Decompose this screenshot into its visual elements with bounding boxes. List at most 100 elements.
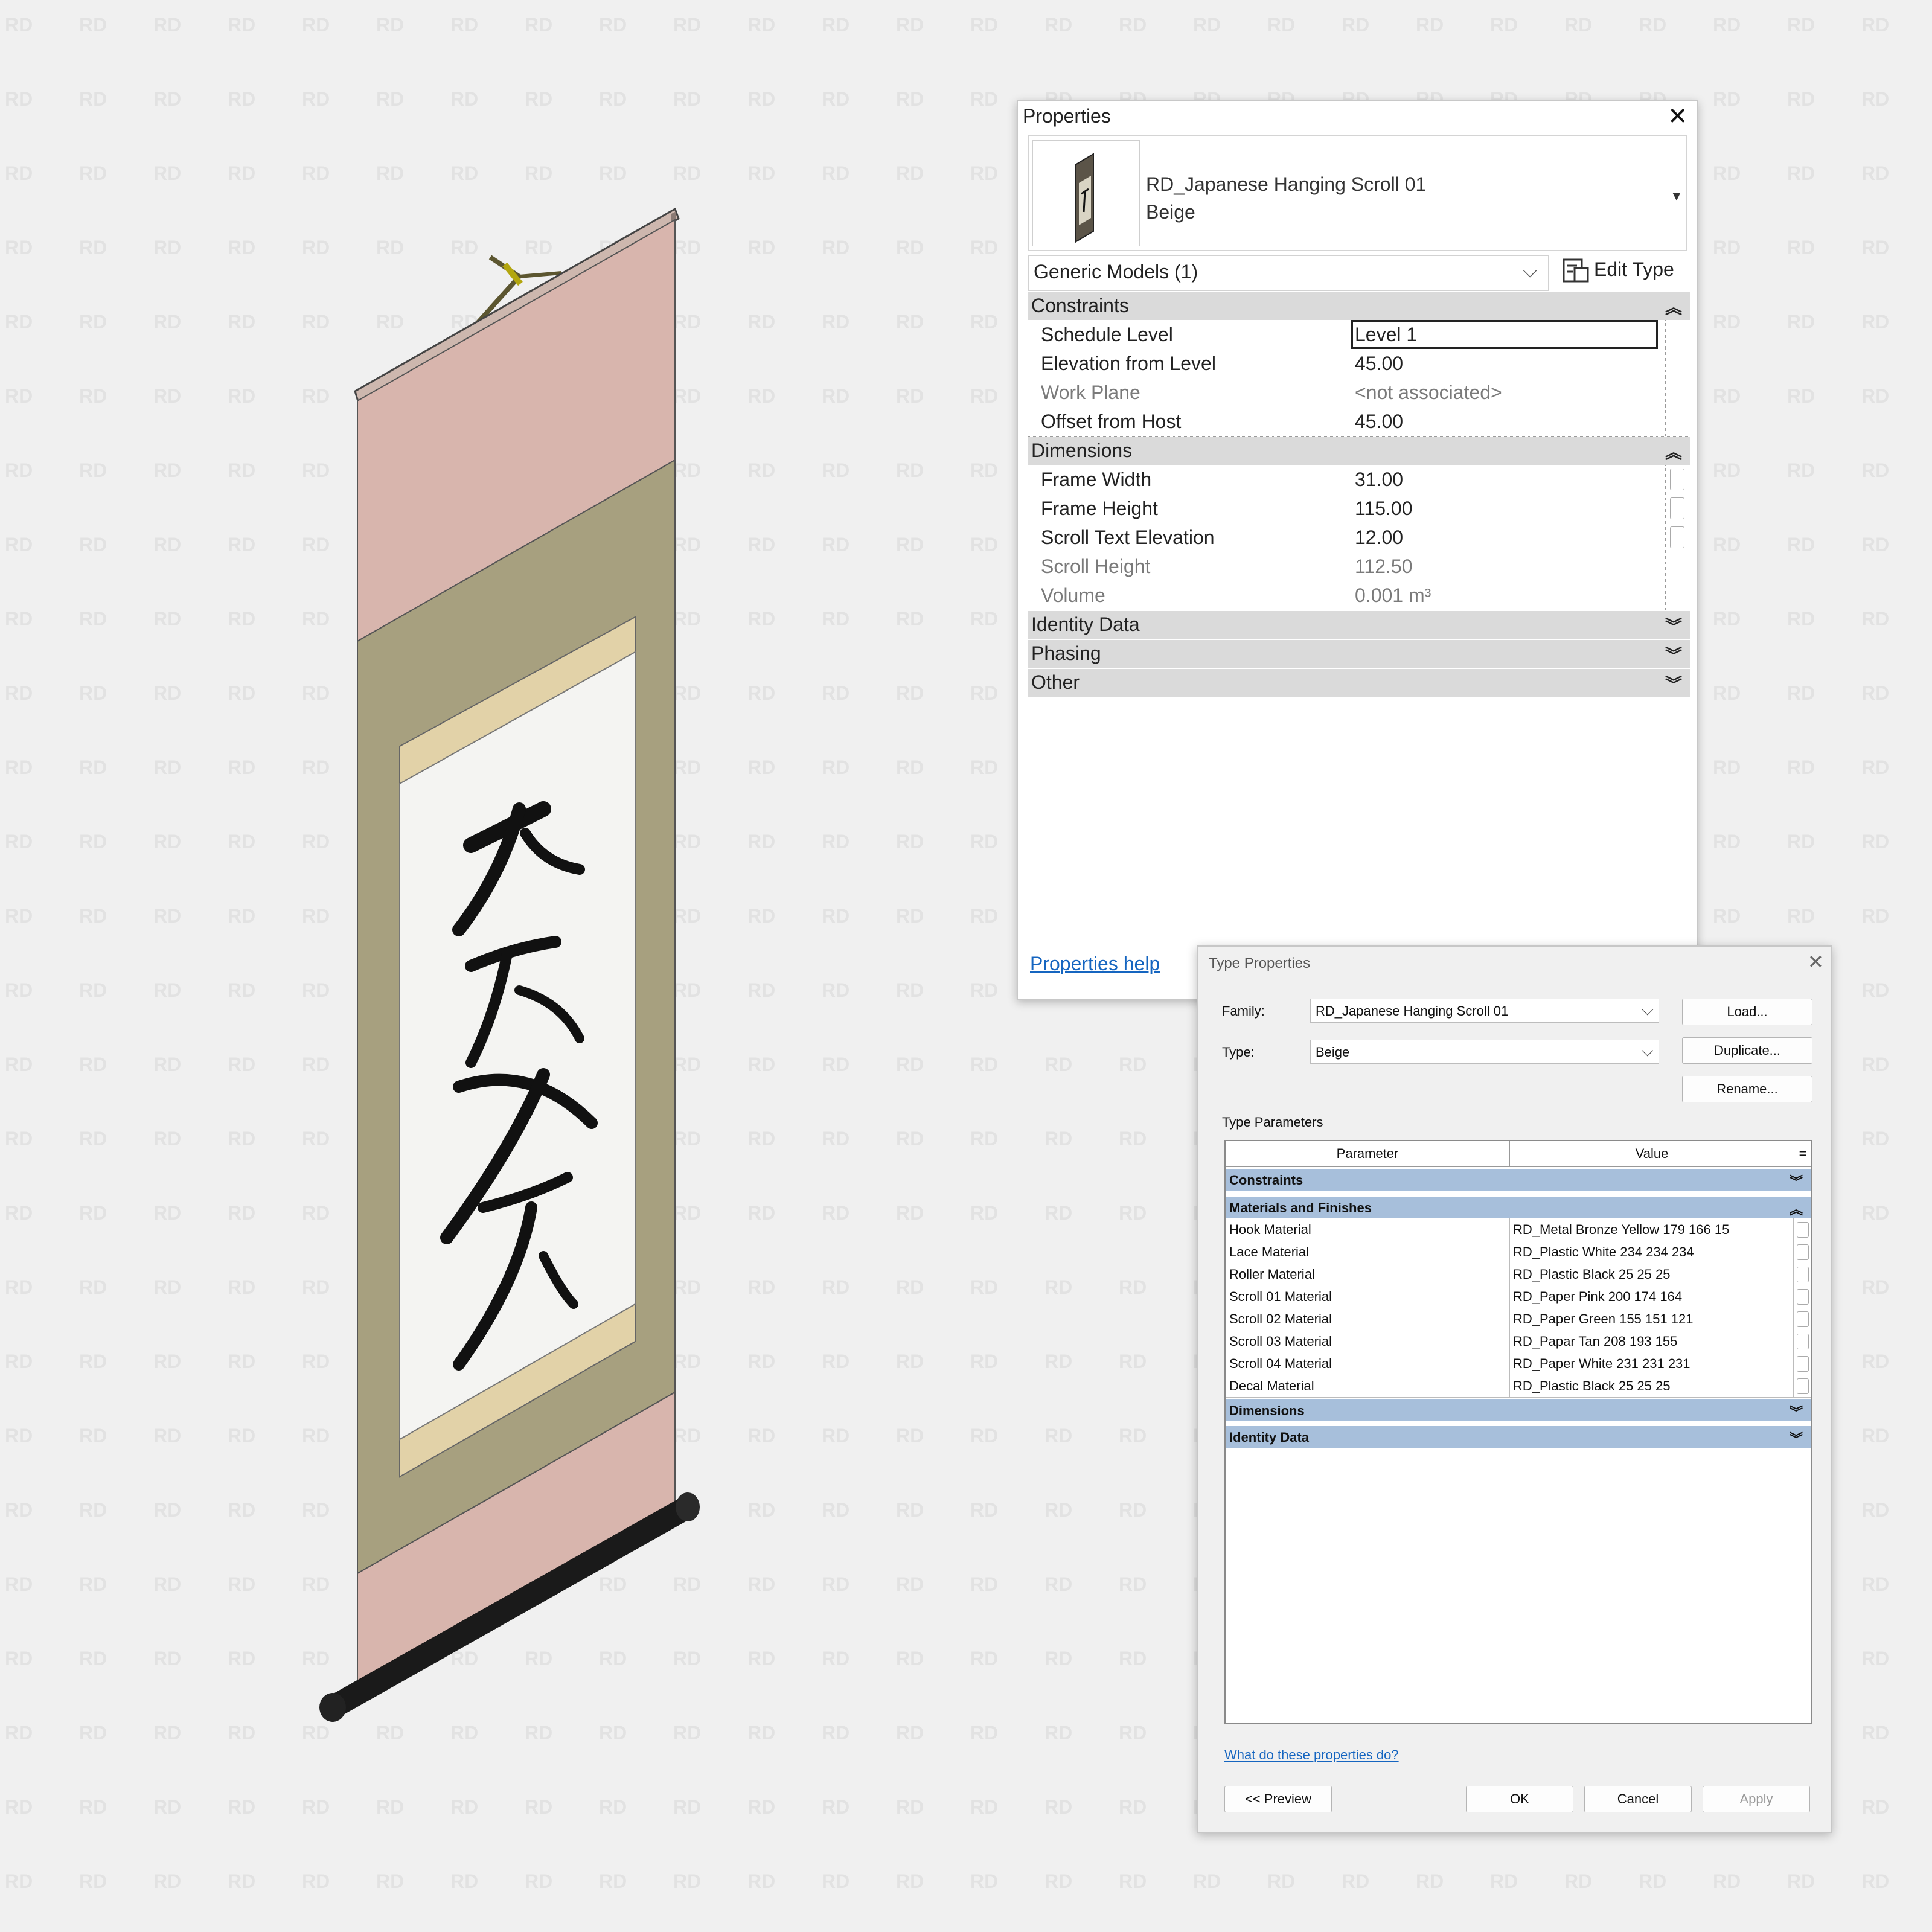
param-label: Volume [1041,584,1105,606]
preview-button[interactable]: << Preview [1224,1786,1332,1812]
param-value: 112.50 [1355,555,1413,577]
table-row[interactable]: Decal Material RD_Plastic Black 25 25 25 [1226,1375,1811,1398]
column-header-parameter[interactable]: Parameter [1226,1141,1510,1167]
group-label: Identity Data [1031,613,1140,635]
properties-palette: Properties ✕ RD_Japanese Hanging Scroll … [1017,100,1698,1000]
associate-parameter-button[interactable] [1797,1378,1809,1394]
column-header-equals: = [1794,1141,1811,1167]
type-selector[interactable]: RD_Japanese Hanging Scroll 01 Beige ▼ [1028,135,1687,251]
param-value: RD_Metal Bronze Yellow 179 166 15 [1513,1222,1730,1237]
properties-title: Properties [1023,105,1111,127]
scroll-paper [399,651,636,1441]
expand-icon[interactable]: ︾ [1790,1402,1803,1421]
chevron-down-icon[interactable]: ▼ [1670,188,1683,204]
column-header-value[interactable]: Value [1510,1141,1794,1167]
group-label: Identity Data [1229,1430,1310,1445]
associate-parameter-button[interactable] [1797,1356,1809,1372]
expand-icon[interactable]: ︾ [1790,1171,1803,1191]
associate-parameter-button[interactable] [1797,1289,1809,1305]
properties-help-link[interactable]: Properties help [1030,953,1160,975]
associate-parameter-button[interactable] [1797,1222,1809,1238]
expand-icon[interactable]: ︾ [1790,1428,1803,1448]
properties-help-link[interactable]: What do these properties do? [1224,1747,1399,1763]
param-row-scroll-height: Scroll Height 112.50 [1028,552,1690,581]
associate-parameter-button[interactable] [1797,1334,1809,1349]
expand-icon[interactable]: ︾ [1665,642,1682,667]
group-identity-data[interactable]: Identity Data ︾ [1226,1426,1811,1448]
table-row[interactable]: Scroll 01 Material RD_Paper Pink 200 174 … [1226,1285,1811,1308]
group-identity-data[interactable]: Identity Data ︾ [1028,611,1690,639]
type-dropdown[interactable]: Beige ⌵ [1310,1040,1659,1064]
table-row[interactable]: Scroll 03 Material RD_Papar Tan 208 193 1… [1226,1330,1811,1353]
param-value: 115.00 [1355,497,1413,519]
ok-button[interactable]: OK [1466,1786,1573,1812]
scroll-model-view [319,207,700,1722]
param-value: <not associated> [1355,382,1502,403]
table-row[interactable]: Lace Material RD_Plastic White 234 234 23… [1226,1241,1811,1264]
close-icon[interactable]: ✕ [1808,950,1824,973]
duplicate-button[interactable]: Duplicate... [1682,1037,1812,1064]
param-label: Lace Material [1229,1244,1310,1259]
collapse-icon[interactable]: ︽ [1665,440,1682,464]
associate-parameter-button[interactable] [1670,469,1684,490]
group-dimensions[interactable]: Dimensions ︾ [1226,1399,1811,1421]
param-row-offset-from-host[interactable]: Offset from Host 45.00 [1028,407,1690,437]
category-filter-dropdown[interactable]: Generic Models (1) ⌵ [1028,255,1549,291]
category-filter-value: Generic Models (1) [1034,261,1198,283]
param-row-elevation-from-level[interactable]: Elevation from Level 45.00 [1028,349,1690,379]
param-label: Hook Material [1229,1222,1311,1237]
associate-parameter-button[interactable] [1670,526,1684,548]
table-row[interactable]: Hook Material RD_Metal Bronze Yellow 179 … [1226,1218,1811,1241]
param-value: 0.001 m³ [1355,584,1431,606]
group-label: Dimensions [1229,1403,1305,1418]
type-properties-dialog: Type Properties ✕ Family: RD_Japanese Ha… [1197,945,1832,1833]
param-row-schedule-level[interactable]: Schedule Level Level 1 [1028,320,1690,350]
collapse-icon[interactable]: ︽ [1665,295,1682,319]
chevron-down-icon: ⌵ [1642,1041,1654,1060]
type-thumbnail [1032,140,1140,246]
expand-icon[interactable]: ︾ [1665,671,1682,696]
param-row-volume: Volume 0.001 m³ [1028,581,1690,610]
param-label: Scroll 03 Material [1229,1334,1332,1349]
associate-parameter-button[interactable] [1797,1267,1809,1282]
chevron-down-icon: ⌵ [1523,260,1538,281]
param-value: RD_Plastic Black 25 25 25 [1513,1378,1671,1393]
group-constraints[interactable]: Constraints ︾ [1226,1169,1811,1191]
cancel-button[interactable]: Cancel [1584,1786,1692,1812]
edit-type-button[interactable]: Edit Type [1559,255,1680,286]
group-label: Other [1031,671,1080,693]
group-label: Materials and Finishes [1229,1200,1372,1215]
close-icon[interactable]: ✕ [1668,103,1688,130]
associate-parameter-button[interactable] [1797,1244,1809,1260]
collapse-icon[interactable]: ︽ [1790,1199,1803,1218]
table-row[interactable]: Scroll 02 Material RD_Paper Green 155 151… [1226,1308,1811,1331]
group-constraints[interactable]: Constraints ︽ [1028,292,1690,320]
param-value: 45.00 [1355,411,1404,432]
edit-type-label: Edit Type [1594,258,1674,280]
table-row[interactable]: Scroll 04 Material RD_Paper White 231 231… [1226,1352,1811,1375]
chevron-down-icon: ⌵ [1642,1000,1654,1019]
param-row-scroll-text-elevation[interactable]: Scroll Text Elevation 12.00 [1028,523,1690,552]
associate-parameter-button[interactable] [1670,497,1684,519]
param-label: Work Plane [1041,382,1140,403]
param-row-frame-height[interactable]: Frame Height 115.00 [1028,494,1690,523]
scroll-thumbnail-icon [1075,153,1094,243]
group-other[interactable]: Other ︾ [1028,669,1690,697]
group-phasing[interactable]: Phasing ︾ [1028,640,1690,668]
table-row[interactable]: Roller Material RD_Plastic Black 25 25 25 [1226,1263,1811,1286]
type-family-name: RD_Japanese Hanging Scroll 01 [1146,173,1427,195]
family-label: Family: [1222,1003,1265,1019]
group-label: Phasing [1031,642,1101,664]
param-value: RD_Paper Green 155 151 121 [1513,1311,1694,1326]
param-row-frame-width[interactable]: Frame Width 31.00 [1028,465,1690,494]
param-label: Decal Material [1229,1378,1314,1393]
expand-icon[interactable]: ︾ [1665,613,1682,638]
param-value: Level 1 [1355,324,1418,345]
family-dropdown[interactable]: RD_Japanese Hanging Scroll 01 ⌵ [1310,999,1659,1023]
group-materials-and-finishes[interactable]: Materials and Finishes ︽ [1226,1197,1811,1218]
param-label: Scroll Text Elevation [1041,526,1215,548]
load-button[interactable]: Load... [1682,999,1812,1025]
rename-button[interactable]: Rename... [1682,1076,1812,1102]
group-dimensions[interactable]: Dimensions ︽ [1028,437,1690,465]
associate-parameter-button[interactable] [1797,1311,1809,1327]
